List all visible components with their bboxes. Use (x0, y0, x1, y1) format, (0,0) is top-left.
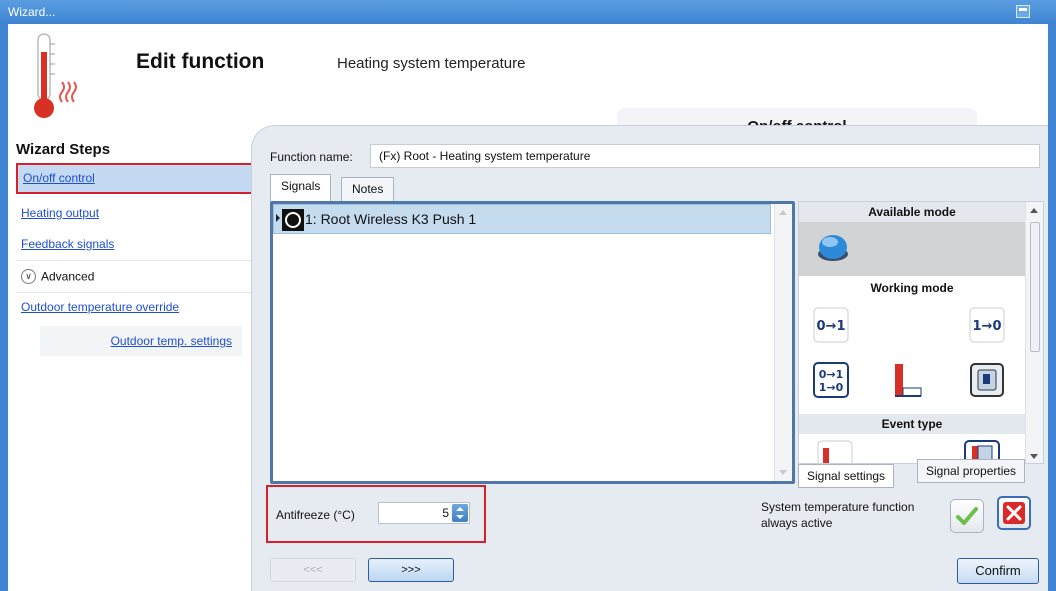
close-icon (1003, 502, 1025, 524)
minimize-icon[interactable] (1016, 5, 1030, 18)
wizard-steps-title: Wizard Steps (16, 141, 111, 158)
antifreeze-label: Antifreeze (°C) (276, 508, 355, 522)
svg-text:0→1: 0→1 (819, 368, 844, 381)
svg-text:0→1: 0→1 (817, 319, 846, 334)
mode-panel: Available mode Working mode 0→1 1→0 0→1 … (798, 201, 1044, 464)
window-frame-left (0, 24, 8, 591)
toggle-both-icon[interactable]: 0→1 1→0 (813, 362, 849, 398)
window-frame-right (1048, 24, 1056, 591)
step-heating-output-link[interactable]: Heating output (21, 206, 99, 220)
signal-label: 1: Root Wireless K3 Push 1 (305, 211, 477, 227)
available-mode-header: Available mode (799, 202, 1025, 222)
confirm-button[interactable]: Confirm (957, 558, 1039, 584)
previous-step-button[interactable]: <<< (270, 558, 356, 582)
tab-notes[interactable]: Notes (341, 177, 395, 201)
level-signal-icon[interactable] (889, 362, 925, 398)
signal-row[interactable]: 1: Root Wireless K3 Push 1 (273, 204, 771, 234)
enable-button[interactable] (950, 499, 984, 533)
switch-mode-icon[interactable] (969, 362, 1005, 398)
event-type-icon[interactable] (817, 440, 853, 464)
disable-button[interactable] (997, 496, 1031, 530)
step-on-off-control-link[interactable]: On/off control (23, 171, 95, 185)
tab-signals[interactable]: Signals (270, 174, 332, 201)
scroll-thumb[interactable] (1030, 222, 1040, 352)
spin-down-icon[interactable] (456, 515, 464, 519)
step-outdoor-temp-settings-link[interactable]: Outdoor temp. settings (111, 334, 232, 348)
step-heating-output[interactable]: Heating output (16, 198, 257, 229)
advanced-label: Advanced (41, 269, 95, 284)
main-panel: Function name: Signals Notes 1: Root Wir… (251, 125, 1048, 591)
antifreeze-input[interactable]: 5 (378, 502, 470, 524)
svg-text:1→0: 1→0 (973, 319, 1002, 334)
push-button-signal-icon (282, 209, 304, 231)
mode-scrollbar[interactable] (1025, 202, 1043, 463)
function-name-label: Function name: (270, 150, 353, 164)
system-temp-always-active-label: System temperature function always activ… (761, 500, 915, 530)
window-title: Wizard... (8, 5, 56, 19)
step-outdoor-temp-settings[interactable]: Outdoor temp. settings (40, 326, 242, 356)
spin-up-icon[interactable] (456, 507, 464, 511)
step-outdoor-temperature-override[interactable]: Outdoor temperature override (16, 292, 257, 323)
antifreeze-group: Antifreeze (°C) 5 (266, 485, 486, 543)
working-mode-header: Working mode (799, 278, 1025, 298)
off-to-on-icon[interactable]: 0→1 (813, 307, 849, 343)
check-icon (956, 507, 978, 525)
push-button-mode-icon[interactable] (815, 230, 851, 266)
step-on-off-control[interactable]: On/off control (16, 163, 257, 194)
thermometer-icon (34, 33, 77, 118)
wizard-header: Edit function Heating system temperature… (8, 24, 1048, 146)
step-feedback-signals[interactable]: Feedback signals (16, 229, 257, 260)
chevron-down-icon[interactable]: ∨ (21, 269, 36, 285)
scroll-up-icon[interactable] (1030, 208, 1038, 213)
step-outdoor-temperature-override-link[interactable]: Outdoor temperature override (21, 300, 179, 314)
page-title: Edit function (136, 50, 265, 73)
scroll-down-icon[interactable] (1030, 454, 1038, 459)
signals-list: 1: Root Wireless K3 Push 1 (270, 201, 795, 484)
scroll-down-icon[interactable] (779, 470, 787, 475)
antifreeze-spinner[interactable] (452, 504, 468, 522)
antifreeze-value: 5 (442, 506, 449, 520)
expand-arrow-icon[interactable] (276, 214, 280, 222)
page-subtitle: Heating system temperature (337, 55, 526, 72)
tab-signal-settings[interactable]: Signal settings (798, 464, 895, 488)
step-feedback-signals-link[interactable]: Feedback signals (21, 237, 114, 251)
advanced-toggle[interactable]: ∨ Advanced (16, 261, 257, 292)
scroll-up-icon[interactable] (779, 210, 787, 215)
signals-scrollbar[interactable] (774, 204, 792, 481)
event-type-header: Event type (799, 414, 1025, 434)
tab-signal-properties[interactable]: Signal properties (917, 459, 1026, 483)
window-titlebar: Wizard... (0, 0, 1056, 24)
on-to-off-icon[interactable]: 1→0 (969, 307, 1005, 343)
next-step-button[interactable]: >>> (368, 558, 454, 582)
svg-text:1→0: 1→0 (819, 381, 844, 394)
wizard-steps-panel: Wizard Steps On/off control Heating outp… (8, 131, 257, 591)
function-name-input[interactable] (370, 144, 1040, 168)
